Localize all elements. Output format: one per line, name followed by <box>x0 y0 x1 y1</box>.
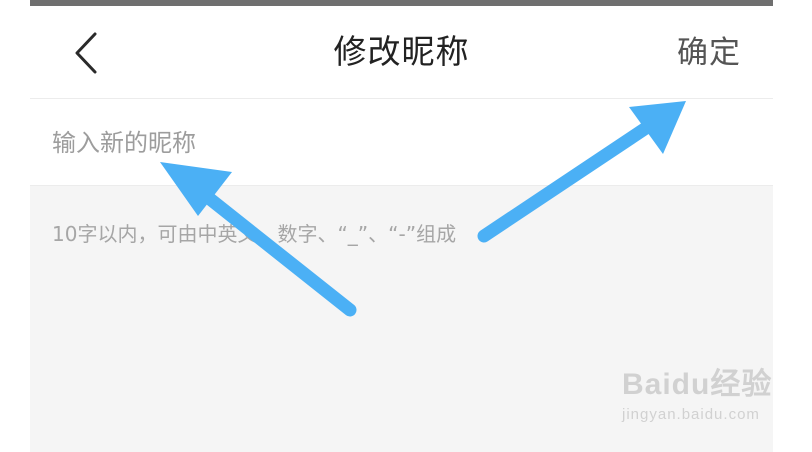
nickname-input-card <box>30 98 773 186</box>
edit-nickname-screen: 修改昵称 确定 10字以内，可由中英文、数字、“_”、“-”组成 <box>30 6 773 452</box>
confirm-button[interactable]: 确定 <box>677 28 741 78</box>
navigation-bar: 修改昵称 确定 <box>30 6 773 98</box>
nickname-rule-hint: 10字以内，可由中英文、数字、“_”、“-”组成 <box>52 222 457 246</box>
nickname-input[interactable] <box>50 113 754 173</box>
page-title: 修改昵称 <box>333 32 470 71</box>
